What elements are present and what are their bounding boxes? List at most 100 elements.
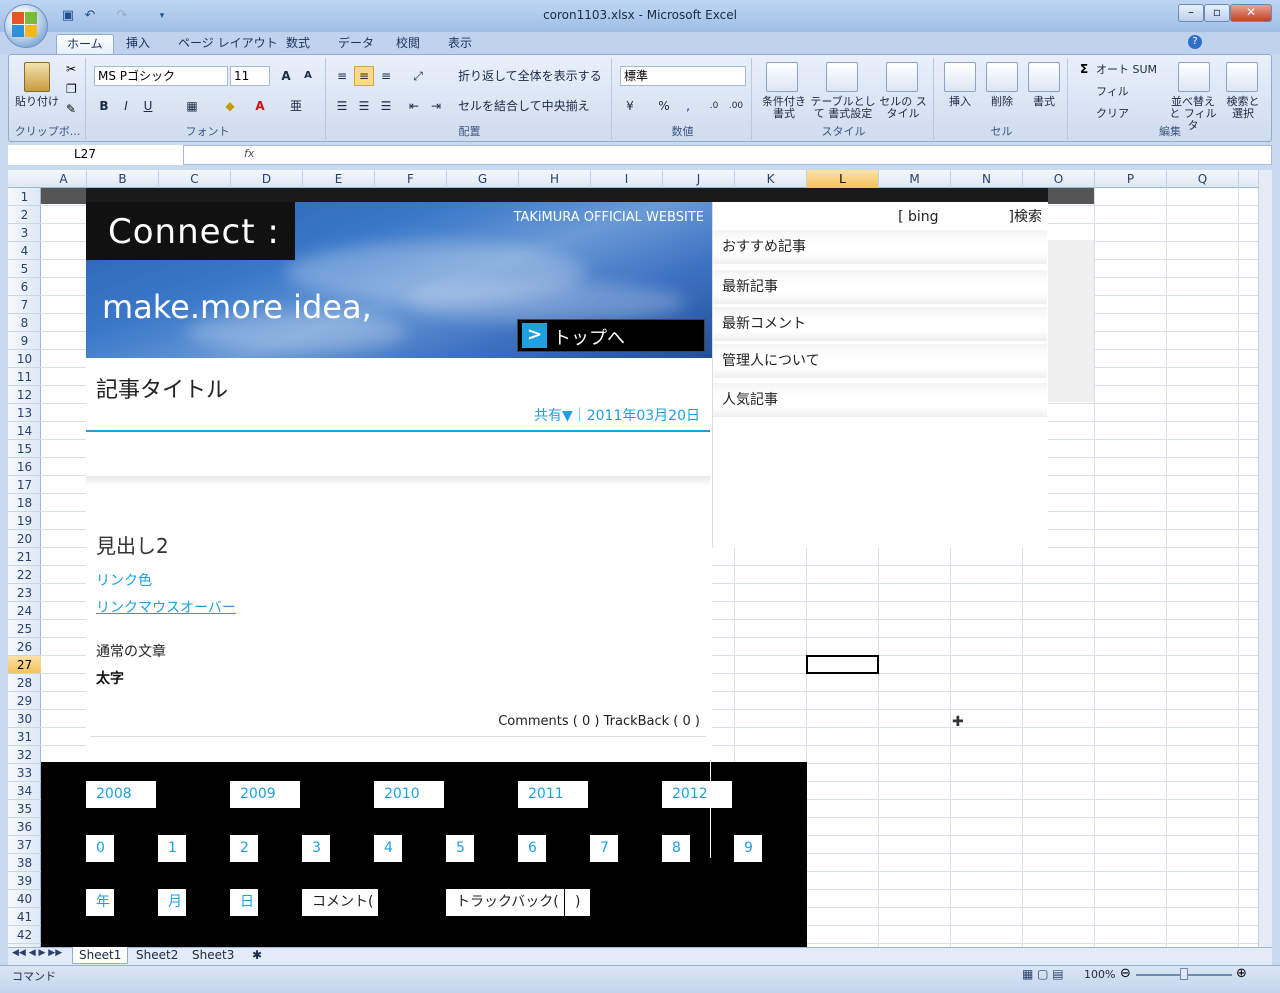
- autosum-button[interactable]: オート SUM: [1096, 64, 1157, 76]
- sidebar-item-popular[interactable]: 人気記事: [713, 383, 1047, 417]
- save-icon[interactable]: ▣: [60, 8, 76, 24]
- sheet-tab-2[interactable]: Sheet2: [130, 947, 184, 964]
- footer-digit-3[interactable]: 3: [302, 835, 330, 862]
- delete-cells-button[interactable]: 削除: [986, 96, 1018, 108]
- grow-font-icon[interactable]: A: [276, 66, 296, 86]
- row-header[interactable]: 17: [8, 476, 41, 494]
- row-header[interactable]: 5: [8, 260, 41, 278]
- sheet-nav-icon[interactable]: ◀◀ ◀ ▶ ▶▶: [12, 948, 62, 958]
- row-header[interactable]: 22: [8, 566, 41, 584]
- conditional-format-button[interactable]: 条件付き 書式: [758, 96, 810, 120]
- footer-digit-5[interactable]: 5: [446, 835, 474, 862]
- column-header[interactable]: F: [375, 170, 447, 188]
- row-header[interactable]: 37: [8, 836, 41, 854]
- insert-sheet-icon[interactable]: ✱: [246, 947, 268, 964]
- tab-review[interactable]: 校閲: [386, 34, 430, 54]
- row-header[interactable]: 35: [8, 800, 41, 818]
- column-header[interactable]: B: [87, 170, 159, 188]
- row-header[interactable]: 15: [8, 440, 41, 458]
- orientation-icon[interactable]: ⤢: [408, 66, 428, 86]
- tab-data[interactable]: データ: [328, 34, 384, 54]
- fill-color-icon[interactable]: ◆: [220, 96, 240, 116]
- underline-icon[interactable]: U: [138, 96, 158, 116]
- insert-cells-icon[interactable]: [944, 62, 976, 92]
- find-select-icon[interactable]: [1226, 62, 1258, 92]
- footer-year-2011[interactable]: 2011: [518, 781, 588, 808]
- zoom-out-icon[interactable]: ⊖: [1120, 966, 1131, 981]
- footer-trackback-label[interactable]: トラックバック(: [446, 889, 564, 916]
- italic-icon[interactable]: I: [116, 96, 136, 116]
- zoom-slider-thumb[interactable]: [1180, 968, 1188, 980]
- comma-icon[interactable]: ,: [678, 96, 698, 116]
- row-header[interactable]: 21: [8, 548, 41, 566]
- row-header[interactable]: 29: [8, 692, 41, 710]
- row-header[interactable]: 24: [8, 602, 41, 620]
- row-header[interactable]: 6: [8, 278, 41, 296]
- qat-customize-icon[interactable]: ▾: [154, 8, 170, 24]
- sidebar-item-recommended[interactable]: おすすめ記事: [713, 230, 1047, 264]
- row-header[interactable]: 9: [8, 332, 41, 350]
- font-size-select[interactable]: 11: [230, 66, 270, 86]
- font-color-icon[interactable]: A: [250, 96, 270, 116]
- link-color-sample[interactable]: リンク色: [96, 570, 152, 590]
- row-header[interactable]: 25: [8, 620, 41, 638]
- row-header[interactable]: 42: [8, 926, 41, 944]
- footer-digit-2[interactable]: 2: [230, 835, 258, 862]
- footer-comment-label[interactable]: コメント(: [302, 889, 378, 916]
- align-center-icon[interactable]: ☰: [354, 96, 374, 116]
- formula-input[interactable]: [8, 145, 1272, 165]
- footer-year-2012[interactable]: 2012: [662, 781, 732, 808]
- row-header[interactable]: 30: [8, 710, 41, 728]
- conditional-format-icon[interactable]: [766, 62, 798, 92]
- column-header[interactable]: E: [303, 170, 375, 188]
- column-header[interactable]: A: [41, 170, 87, 188]
- row-header[interactable]: 7: [8, 296, 41, 314]
- column-header[interactable]: J: [663, 170, 735, 188]
- align-bottom-icon[interactable]: ≡: [376, 66, 396, 86]
- format-as-table-button[interactable]: テーブルとして 書式設定: [808, 96, 878, 120]
- percent-icon[interactable]: %: [654, 96, 674, 116]
- clear-button[interactable]: クリア: [1096, 108, 1129, 120]
- footer-year-2010[interactable]: 2010: [374, 781, 444, 808]
- column-header[interactable]: G: [447, 170, 519, 188]
- row-header[interactable]: 11: [8, 368, 41, 386]
- name-box[interactable]: L27: [8, 145, 184, 165]
- column-header[interactable]: Q: [1167, 170, 1239, 188]
- sidebar-item-about[interactable]: 管理人について: [713, 344, 1047, 378]
- row-header[interactable]: 1: [8, 188, 41, 206]
- link-hover-sample[interactable]: リンクマウスオーバー: [96, 597, 236, 617]
- row-header[interactable]: 40: [8, 890, 41, 908]
- increase-decimal-icon[interactable]: .0: [704, 96, 724, 116]
- help-icon[interactable]: ?: [1188, 35, 1202, 49]
- footer-digit-6[interactable]: 6: [518, 835, 546, 862]
- currency-icon[interactable]: ¥: [620, 96, 640, 116]
- row-header[interactable]: 34: [8, 782, 41, 800]
- increase-indent-icon[interactable]: ⇥: [426, 96, 446, 116]
- column-header[interactable]: D: [231, 170, 303, 188]
- number-format-select[interactable]: 標準: [620, 66, 746, 86]
- row-header[interactable]: 3: [8, 224, 41, 242]
- footer-year-2009[interactable]: 2009: [230, 781, 300, 808]
- sheet-tab-3[interactable]: Sheet3: [186, 947, 240, 964]
- row-header[interactable]: 39: [8, 872, 41, 890]
- row-header[interactable]: 23: [8, 584, 41, 602]
- row-header[interactable]: 27: [8, 656, 41, 674]
- row-header[interactable]: 41: [8, 908, 41, 926]
- font-name-select[interactable]: MS Pゴシック: [94, 66, 228, 86]
- column-header[interactable]: H: [519, 170, 591, 188]
- format-cells-button[interactable]: 書式: [1028, 96, 1060, 108]
- footer-digit-1[interactable]: 1: [158, 835, 186, 862]
- format-cells-icon[interactable]: [1028, 62, 1060, 92]
- column-header[interactable]: I: [591, 170, 663, 188]
- comments-trackback[interactable]: Comments ( 0 ) TrackBack ( 0 ): [400, 714, 700, 729]
- row-header[interactable]: 31: [8, 728, 41, 746]
- footer-digit-4[interactable]: 4: [374, 835, 402, 862]
- tab-view[interactable]: 表示: [438, 34, 482, 54]
- search-box[interactable]: [ bing ]検索: [712, 206, 1042, 226]
- maximize-button[interactable]: ▫: [1204, 4, 1230, 22]
- row-header[interactable]: 38: [8, 854, 41, 872]
- align-top-icon[interactable]: ≡: [332, 66, 352, 86]
- cut-icon[interactable]: ✂: [66, 62, 76, 76]
- row-header[interactable]: 12: [8, 386, 41, 404]
- format-as-table-icon[interactable]: [826, 62, 858, 92]
